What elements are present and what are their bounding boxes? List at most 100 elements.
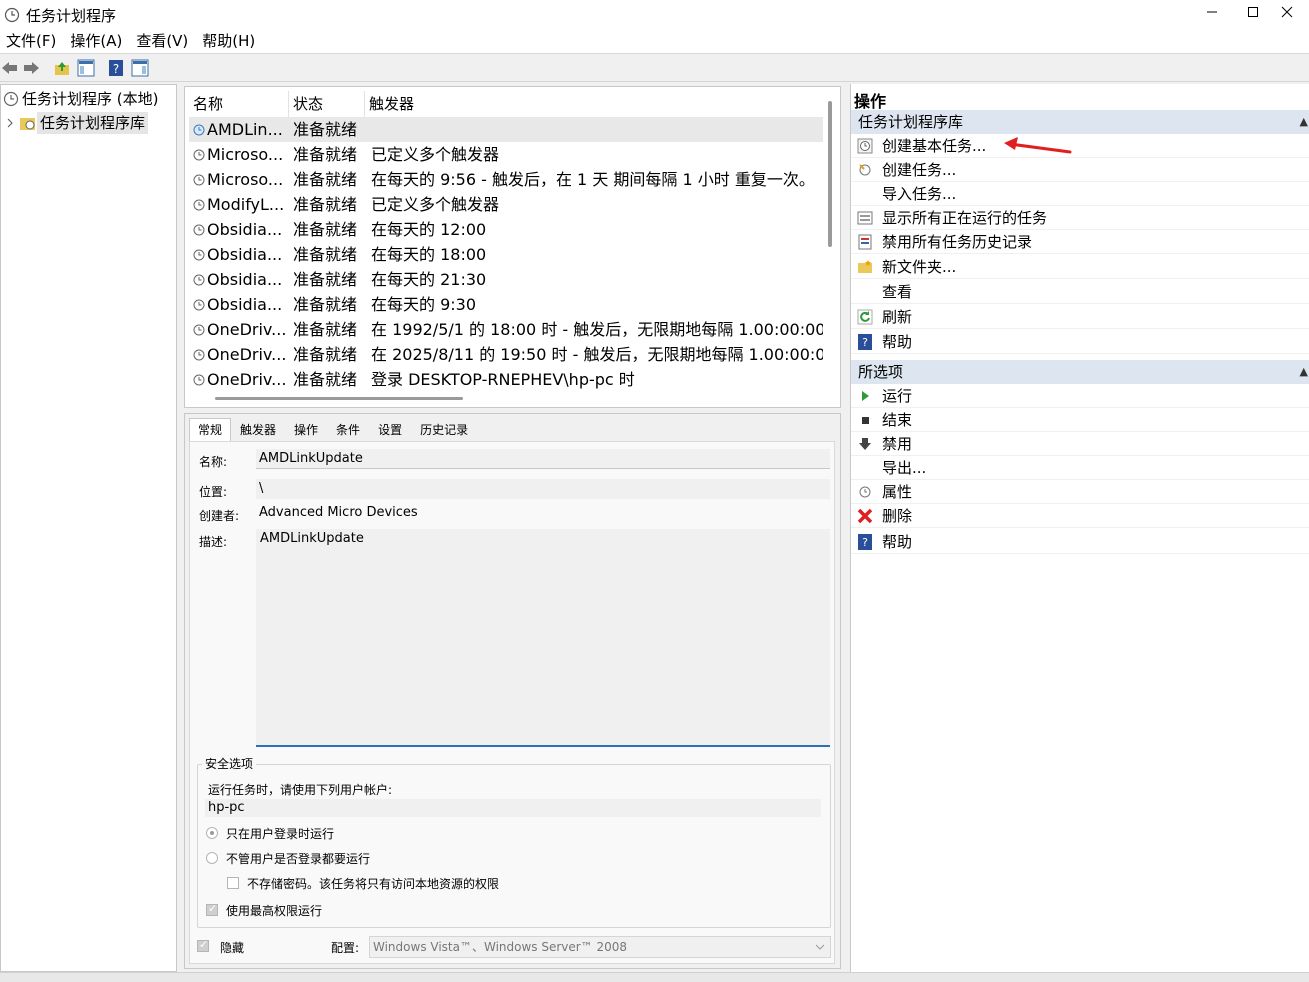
tab-triggers[interactable]: 触发器 — [231, 418, 285, 442]
task-name-cell: Obsidia... — [189, 242, 289, 267]
action-icon-slot — [857, 138, 873, 154]
table-row[interactable]: OneDriv... 准备就绪在 2025/8/11 的 19:50 时 - 触发… — [189, 342, 823, 367]
task-name: Obsidia... — [207, 270, 283, 289]
task-name: Microso... — [207, 145, 284, 164]
task-clock-icon — [193, 324, 205, 335]
action-delete[interactable]: 删除 — [851, 504, 1309, 528]
task-clock-icon — [193, 249, 205, 260]
arrow-down-icon — [859, 437, 871, 450]
help-toolbar-button[interactable]: ? — [106, 58, 126, 78]
task-name-cell: OneDriv... — [189, 367, 289, 392]
configure-for-dropdown[interactable]: Windows Vista™、Windows Server™ 2008 — [369, 936, 831, 958]
column-header-name[interactable]: 名称 — [189, 91, 289, 117]
help-icon: ? — [109, 60, 123, 76]
horizontal-scrollbar[interactable] — [215, 397, 463, 400]
table-row[interactable]: OneDriv... 准备就绪 登录 DESKTOP-RNEPHEV\hp-pc 时 — [189, 367, 823, 392]
task-trigger: 已定义多个触发器 — [371, 145, 500, 164]
checkbox-hidden[interactable] — [197, 938, 209, 952]
configure-for-label: 配置: — [331, 941, 360, 955]
title-bar: 任务计划程序 — [0, 0, 1309, 30]
actions-pane: 操作 任务计划程序库 ▲ 创建基本任务... 创建任务... 导入任务... 显示所有… — [850, 84, 1309, 972]
name-field[interactable]: AMDLinkUpdate — [256, 449, 830, 469]
action-disable[interactable]: 禁用 — [851, 432, 1309, 456]
task-clock-icon — [193, 224, 205, 235]
action-icon-slot — [857, 412, 873, 428]
column-header-trigger[interactable]: 触发器 — [365, 91, 823, 117]
table-row[interactable]: Obsidia... 准备就绪 在每天的 21:30 — [189, 267, 823, 292]
action-import-task[interactable]: 导入任务... — [851, 182, 1309, 206]
back-button[interactable] — [0, 58, 20, 78]
action-display-running-tasks[interactable]: 显示所有正在运行的任务 — [851, 206, 1309, 230]
forward-button[interactable] — [21, 58, 41, 78]
checkbox-highest-privileges[interactable] — [206, 902, 218, 916]
tab-history[interactable]: 历史记录 — [411, 418, 477, 442]
actions-pane-title: 操作 — [854, 92, 887, 111]
task-trigger: 在 2025/8/11 的 19:50 时 - 触发后，无限期地每隔 1.00:… — [371, 345, 823, 364]
name-label: 名称: — [199, 455, 228, 469]
task-name-cell: OneDriv... — [189, 317, 289, 342]
radio-run-whether-logged-on[interactable] — [206, 852, 218, 864]
action-icon-slot — [857, 162, 873, 178]
menu-file[interactable]: 文件(F) — [0, 30, 64, 53]
table-row[interactable]: Obsidia... 准备就绪 在每天的 12:00 — [189, 217, 823, 242]
chevron-right-icon[interactable] — [5, 118, 15, 128]
wizard-clock-icon — [857, 138, 873, 153]
table-row[interactable]: ModifyL... 准备就绪 已定义多个触发器 — [189, 192, 823, 217]
section-header-selected-item[interactable]: 所选项 ▲ — [851, 360, 1309, 384]
table-row[interactable]: Obsidia... 准备就绪 在每天的 9:30 — [189, 292, 823, 317]
task-trigger: 已定义多个触发器 — [371, 195, 500, 214]
collapse-up-icon[interactable]: ▲ — [1300, 360, 1308, 384]
tree-item-root[interactable]: 任务计划程序 (本地) — [3, 88, 161, 110]
tab-actions[interactable]: 操作 — [285, 418, 327, 442]
checkbox-hidden-label: 隐藏 — [220, 941, 245, 955]
column-header-status[interactable]: 状态 — [289, 91, 365, 117]
task-list: AMDLin... 准备就绪 Microso... 准备就绪 已定义多个触发器 Micro… — [189, 117, 823, 395]
action-disable-history[interactable]: 禁用所有任务历史记录 — [851, 230, 1309, 254]
radio-run-logged-on[interactable] — [206, 827, 218, 839]
checkbox-do-not-store-password[interactable] — [227, 877, 239, 889]
action-new-folder[interactable]: 新文件夹... — [851, 255, 1309, 279]
vertical-scrollbar[interactable] — [828, 101, 832, 247]
tab-settings[interactable]: 设置 — [369, 418, 411, 442]
task-list-pane: 名称 状态 触发器 AMDLin... 准备就绪 Microso... 准备就绪 已定义… — [184, 86, 841, 408]
task-status: 准备就绪 — [293, 170, 358, 189]
close-button[interactable] — [1265, 0, 1309, 24]
action-view[interactable]: 查看 — [851, 280, 1309, 304]
up-folder-button[interactable] — [52, 58, 72, 78]
console-tree: 任务计划程序 (本地) 任务计划程序库 — [0, 84, 177, 972]
location-label: 位置: — [199, 485, 228, 499]
action-export[interactable]: 导出... — [851, 456, 1309, 480]
table-row[interactable]: AMDLin... 准备就绪 — [189, 117, 823, 142]
action-properties[interactable]: 属性 — [851, 480, 1309, 504]
table-row[interactable]: OneDriv... 准备就绪在 1992/5/1 的 18:00 时 - 触发后… — [189, 317, 823, 342]
action-label: 帮助 — [882, 333, 913, 351]
action-help[interactable]: ? 帮助 — [851, 330, 1309, 354]
action-create-basic-task[interactable]: 创建基本任务... — [851, 134, 1309, 158]
action-create-task[interactable]: 创建任务... — [851, 158, 1309, 182]
action-end[interactable]: 结束 — [851, 408, 1309, 432]
action-refresh[interactable]: 刷新 — [851, 305, 1309, 329]
collapse-up-icon[interactable]: ▲ — [1300, 110, 1308, 134]
table-row[interactable]: Microso... 准备就绪 在每天的 9:56 - 触发后，在 1 天 期间每隔… — [189, 167, 823, 192]
tab-conditions[interactable]: 条件 — [327, 418, 369, 442]
section-header-library[interactable]: 任务计划程序库 ▲ — [851, 110, 1309, 134]
action-help-selected[interactable]: ? 帮助 — [851, 530, 1309, 554]
task-clock-icon — [193, 199, 205, 210]
menu-action[interactable]: 操作(A) — [64, 30, 130, 53]
tree-item-label: 任务计划程序 (本地) — [22, 90, 159, 108]
annotation-arrow-icon — [1004, 137, 1072, 154]
show-hide-tree-button[interactable] — [76, 58, 96, 78]
menu-help[interactable]: 帮助(H) — [196, 30, 263, 53]
action-label: 结束 — [882, 411, 913, 429]
table-row[interactable]: Obsidia... 准备就绪 在每天的 18:00 — [189, 242, 823, 267]
tree-item-library[interactable]: 任务计划程序库 — [5, 112, 149, 134]
description-label: 描述: — [199, 535, 228, 549]
description-field[interactable]: AMDLinkUpdate — [256, 529, 830, 747]
minimize-button[interactable] — [1190, 0, 1234, 24]
tab-general[interactable]: 常规 — [189, 418, 232, 442]
action-icon-slot — [857, 508, 873, 524]
action-run[interactable]: 运行 — [851, 384, 1309, 408]
menu-view[interactable]: 查看(V) — [130, 30, 196, 53]
table-row[interactable]: Microso... 准备就绪 已定义多个触发器 — [189, 142, 823, 167]
show-hide-action-pane-button[interactable] — [130, 58, 150, 78]
